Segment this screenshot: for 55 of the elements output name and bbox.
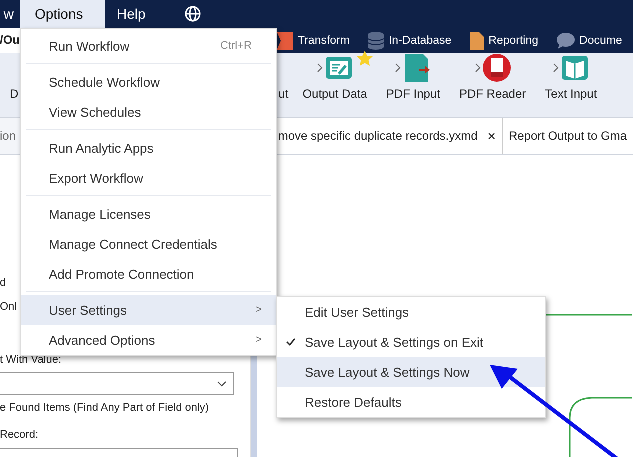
chevron-icon	[553, 63, 560, 73]
option-text: e Found Items (Find Any Part of Field only)	[0, 402, 210, 414]
category-tab[interactable]: In-Database	[388, 34, 452, 46]
menu-item[interactable]: Restore Defaults	[277, 387, 545, 417]
tool-label[interactable]: D	[10, 87, 19, 101]
chevron-down-icon	[217, 380, 227, 386]
submenu-arrow: >	[256, 304, 262, 316]
category-tab[interactable]: Docume	[580, 34, 622, 46]
tool-label[interactable]: ut	[278, 87, 289, 101]
menu-item[interactable]: User Settings >	[21, 295, 276, 325]
menu[interactable]: w	[0, 0, 20, 28]
tab-title: Report Output to Gma	[508, 129, 627, 143]
menu[interactable]: Options	[20, 0, 105, 28]
document-tab[interactable]: Report Output to Gma	[502, 118, 633, 154]
submenu-arrow: >	[256, 334, 262, 346]
chevron-icon	[317, 63, 324, 73]
document-tab[interactable]: move specific duplicate records.yxmd ×	[278, 118, 503, 154]
menu-item[interactable]: Edit User Settings	[277, 297, 545, 327]
pdf-circle-icon	[482, 54, 511, 82]
menu-item[interactable]: Manage Licenses	[21, 199, 276, 229]
tool-label[interactable]: Output Data	[302, 87, 368, 101]
close-icon[interactable]: ×	[488, 128, 496, 144]
chevron-icon	[395, 63, 402, 73]
document-icon	[470, 32, 484, 50]
tab-title: move specific duplicate records.yxmd	[278, 129, 478, 143]
menu-item[interactable]: Add Promote Connection	[21, 259, 276, 289]
value-dropdown[interactable]	[0, 372, 234, 395]
menu-item[interactable]: Export Workflow	[21, 163, 276, 193]
tool-label[interactable]: PDF Reader	[459, 87, 526, 101]
database-icon	[368, 32, 384, 50]
tool-label[interactable]: PDF Input	[386, 87, 440, 101]
globe-icon	[184, 5, 202, 23]
category-tab[interactable]: Transform	[298, 34, 350, 46]
menu-item[interactable]: Save Layout & Settings on Exit	[277, 327, 545, 357]
menu-item[interactable]: Save Layout & Settings Now	[277, 357, 545, 387]
config-text: d	[0, 277, 6, 289]
pdf-document-icon	[403, 54, 432, 82]
folder-pen-icon	[325, 54, 354, 82]
config-text: Onl	[0, 301, 18, 313]
speech-bubble-icon	[556, 32, 575, 48]
breadcrumb: /Ou	[0, 28, 22, 53]
open-book-icon	[561, 54, 590, 82]
menu[interactable]: Help	[105, 0, 166, 28]
shortcut-text: Ctrl+R	[220, 40, 252, 52]
menu-item[interactable]: Manage Connect Credentials	[21, 229, 276, 259]
category-tab[interactable]: Reporting	[488, 34, 539, 46]
menu-item[interactable]: Schedule Workflow	[21, 67, 276, 97]
tool-label[interactable]: Text Input	[545, 87, 598, 101]
field-label: Record:	[0, 429, 39, 441]
menu-item[interactable]: View Schedules	[21, 97, 276, 127]
menu-item[interactable]: Advanced Options >	[21, 325, 276, 355]
field-label: t With Value:	[0, 354, 62, 366]
menu-item[interactable]: Run Analytic Apps	[21, 133, 276, 163]
menu-item[interactable]: Run Workflow Ctrl+R	[21, 31, 276, 61]
chevron-icon	[474, 63, 481, 73]
